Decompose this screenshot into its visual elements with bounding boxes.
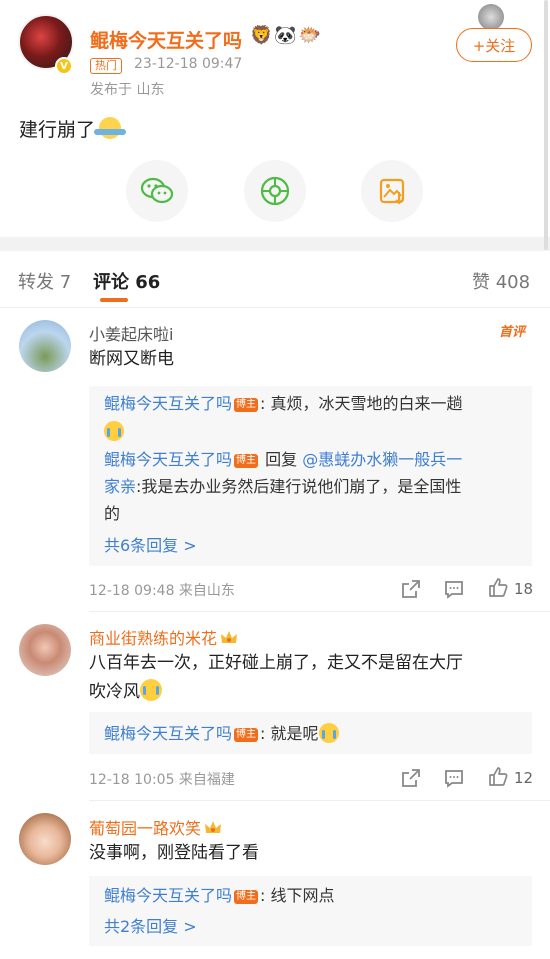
reply-word: 回复: [260, 450, 303, 469]
reply-continuation: 的: [104, 504, 121, 523]
more-replies-link[interactable]: 共2条回复 >: [104, 913, 197, 940]
comment-icon[interactable]: [443, 767, 465, 789]
post-text: 建行崩了: [19, 119, 96, 141]
comment-meta: 12-18 09:48 来自山东: [89, 583, 235, 599]
reply-text: : 真烦，冰天雪地的白来一趟: [260, 394, 463, 413]
author-badge: 博主: [234, 890, 259, 904]
commenter-name[interactable]: 小姜起床啦i: [89, 321, 173, 345]
commenter-name[interactable]: 商业街熟练的米花: [89, 625, 238, 649]
author-badge: 博主: [234, 728, 259, 742]
comment-text-line: 吹冷风: [89, 682, 140, 702]
share-wechat-button[interactable]: [126, 160, 188, 222]
comment-avatar[interactable]: [19, 320, 71, 372]
more-replies-link[interactable]: 共6条回复 >: [104, 532, 197, 559]
mention-link-cont[interactable]: 家亲: [104, 477, 136, 496]
comment-text-line: 八百年去一次，正好碰上崩了，走又不是留在大厅: [89, 653, 463, 673]
mention-link[interactable]: @惠蜣办水獭一般兵一: [302, 450, 462, 469]
author-badge: 博主: [234, 398, 259, 412]
tabs-divider: [0, 307, 550, 308]
image-download-icon: [379, 178, 405, 205]
reply-author[interactable]: 鲲梅今天互关了吗: [104, 394, 232, 413]
commenter-name-text: 商业街熟练的米花: [89, 629, 218, 648]
comment-text: 吹冷风: [89, 677, 162, 708]
tab-comments[interactable]: 评论 66: [93, 268, 160, 294]
share-icon[interactable]: [400, 578, 422, 600]
reply-text: : 线下网点: [260, 886, 335, 905]
reply-box[interactable]: 鲲梅今天互关了吗 博主: 真烦，冰天雪地的白来一趟 鲲梅今天互关了吗 博主 回复 @…: [89, 386, 532, 566]
like-icon[interactable]: [487, 766, 509, 788]
reply-text: :我是去办业务然后建行说他们崩了，是全国性: [136, 477, 462, 496]
reply-emoji-line: [104, 418, 124, 445]
decoration-avatar: [478, 4, 504, 30]
reply-item: 鲲梅今天互关了吗 博主 回复 @惠蜣办水獭一般兵一: [104, 446, 462, 473]
hot-tag: 热门: [90, 58, 122, 74]
commenter-name-text: 葡萄园一路欢笑: [89, 819, 202, 838]
comment-divider: [89, 800, 550, 801]
reply-text: : 就是呢: [260, 724, 319, 743]
like-count: 18: [514, 580, 534, 598]
like-count: 12: [514, 769, 534, 787]
tab-likes[interactable]: 赞 408: [472, 268, 530, 294]
reply-box[interactable]: 鲲梅今天互关了吗 博主: 就是呢: [89, 712, 532, 754]
comment-divider: [89, 611, 550, 612]
post-content: 建行崩了: [19, 115, 127, 142]
comment-avatar[interactable]: [19, 624, 71, 676]
comment-avatar[interactable]: [19, 813, 71, 865]
crying-emoji-icon: [104, 421, 124, 441]
share-icon[interactable]: [400, 767, 422, 789]
shrug-emoji-icon: [94, 117, 127, 139]
crying-emoji-icon: [140, 679, 162, 701]
scrollbar[interactable]: [544, 0, 548, 250]
tab-reposts[interactable]: 转发 7: [18, 268, 71, 294]
reply-box[interactable]: 鲲梅今天互关了吗 博主: 线下网点 共2条回复 >: [89, 876, 532, 946]
reply-item: 鲲梅今天互关了吗 博主: 就是呢: [104, 720, 339, 747]
follow-button[interactable]: +关注: [456, 28, 532, 62]
active-tab-indicator: [100, 298, 128, 302]
author-emoji-badges: 🦁🐼🐡: [250, 25, 324, 46]
wechat-icon: [140, 177, 174, 204]
reply-author[interactable]: 鲲梅今天互关了吗: [104, 886, 232, 905]
member-crown-icon: [221, 631, 238, 643]
first-comment-badge: 首评: [499, 325, 526, 340]
reply-author[interactable]: 鲲梅今天互关了吗: [104, 724, 232, 743]
commenter-name[interactable]: 葡萄园一路欢笑: [89, 815, 222, 839]
crying-emoji-icon: [318, 723, 339, 743]
post-time: 23-12-18 09:47: [134, 56, 243, 72]
author-badge: 博主: [234, 454, 259, 468]
reply-item: 鲲梅今天互关了吗 博主: 真烦，冰天雪地的白来一趟: [104, 390, 463, 417]
post-author-name[interactable]: 鲲梅今天互关了吗: [90, 26, 242, 53]
like-icon[interactable]: [487, 577, 509, 599]
member-crown-icon: [205, 821, 222, 833]
reply-item: 鲲梅今天互关了吗 博主: 线下网点: [104, 882, 335, 909]
save-image-button[interactable]: [361, 160, 423, 222]
reply-author[interactable]: 鲲梅今天互关了吗: [104, 450, 232, 469]
comment-text: 断网又断电: [89, 349, 174, 369]
moments-icon: [260, 176, 290, 206]
section-divider: [0, 237, 550, 251]
comment-text: 没事啊，刚登陆看了看: [89, 843, 259, 863]
comment-meta: 12-18 10:05 来自福建: [89, 772, 235, 788]
post-location: 发布于 山东: [90, 82, 165, 98]
comment-icon[interactable]: [443, 578, 465, 600]
reply-continuation: 家亲:我是去办业务然后建行说他们崩了，是全国性: [104, 473, 461, 500]
share-moments-button[interactable]: [244, 160, 306, 222]
verified-badge-icon: V: [55, 57, 73, 75]
